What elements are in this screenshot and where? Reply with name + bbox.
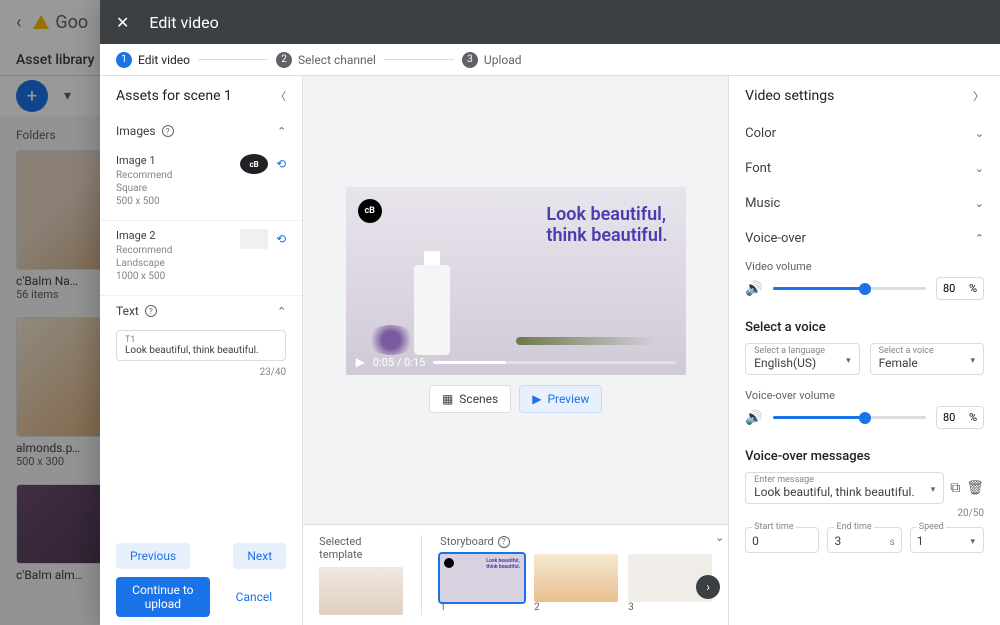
storyboard-strip: Selected template Storyboard ? Look beau…	[303, 524, 728, 625]
voice-select[interactable]: Select a voice Female ▾	[870, 343, 984, 375]
help-icon[interactable]: ?	[145, 305, 157, 317]
chevron-up-icon[interactable]: ⌃	[277, 305, 286, 318]
modal-header: ✕ Edit video	[100, 0, 1000, 44]
selected-template-label: Selected template	[319, 535, 403, 561]
chevron-down-icon: ⌄	[975, 162, 984, 175]
assets-panel-title: Assets for scene 1	[116, 88, 232, 104]
storyboard-next-icon[interactable]: ›	[696, 575, 720, 599]
speed-select[interactable]: Speed 1 ▾	[910, 527, 984, 553]
voiceover-volume-input[interactable]: 80%	[936, 406, 984, 429]
step-edit-video[interactable]: 1 Edit video	[116, 52, 190, 68]
copy-icon[interactable]: ⧉	[950, 480, 960, 496]
image-preview-2[interactable]	[240, 229, 268, 249]
product-name: Goo	[55, 12, 88, 33]
swap-icon[interactable]: ⟲	[276, 157, 286, 171]
back-icon: ‹	[16, 12, 21, 33]
help-icon[interactable]: ?	[498, 536, 510, 548]
preview-button[interactable]: ▶ Preview	[519, 385, 602, 413]
help-icon[interactable]: ?	[162, 125, 174, 137]
video-settings-title: Video settings	[745, 88, 834, 104]
edit-video-modal: ✕ Edit video 1 Edit video 2 Select chann…	[100, 0, 1000, 625]
decorative-flower	[366, 325, 416, 355]
scene-thumb-2[interactable]	[534, 554, 618, 602]
message-char-count: 20/50	[729, 508, 1000, 523]
previous-button[interactable]: Previous	[116, 543, 190, 569]
preview-panel: cB Look beautiful, think beautiful. ▶ 0:…	[303, 76, 728, 625]
select-voice-header: Select a voice	[729, 312, 1000, 339]
chevron-up-icon: ⌃	[975, 232, 984, 245]
video-settings-panel: Video settings 〉 Color⌄ Font⌄ Music⌄ Voi…	[728, 76, 1000, 625]
language-select[interactable]: Select a language English(US) ▾	[745, 343, 859, 375]
music-section[interactable]: Music⌄	[729, 186, 1000, 221]
collapse-icon[interactable]: 〈	[275, 88, 286, 104]
chevron-right-icon[interactable]: 〉	[973, 88, 984, 104]
product-bottle	[414, 265, 450, 355]
brand-badge: cB	[358, 199, 382, 223]
image-slot-2: Image 2 Recommend Landscape 1000 x 500 ⟲	[100, 221, 302, 296]
delete-icon[interactable]: 🗑	[966, 480, 984, 496]
step-select-channel[interactable]: 2 Select channel	[276, 52, 376, 68]
storyboard-label: Storyboard	[440, 535, 494, 548]
scenes-icon: ▦	[442, 392, 453, 406]
voiceover-volume-slider[interactable]	[773, 416, 926, 419]
chevron-down-icon[interactable]: ⌄	[715, 531, 724, 544]
char-count: 23/40	[100, 365, 302, 386]
swap-icon[interactable]: ⟲	[276, 232, 286, 246]
step-connector	[384, 59, 454, 60]
font-section[interactable]: Font⌄	[729, 151, 1000, 186]
scene-thumb-1[interactable]: Look beautiful,think beautiful.	[440, 554, 524, 602]
step-upload[interactable]: 3 Upload	[462, 52, 522, 68]
filter-icon: ▾	[64, 88, 71, 104]
step-connector	[198, 59, 268, 60]
assets-panel: Assets for scene 1 〈 Images ? ⌃ Image 1 …	[100, 76, 303, 625]
volume-icon[interactable]: 🔊	[745, 281, 762, 297]
message-input[interactable]: Enter message Look beautiful, think beau…	[745, 472, 944, 504]
text-t1-input[interactable]: T1 Look beautiful, think beautiful.	[116, 330, 286, 361]
video-progress[interactable]	[433, 361, 675, 364]
image-preview-1[interactable]: cB	[240, 154, 268, 174]
dropdown-icon: ▾	[970, 356, 975, 366]
color-section[interactable]: Color⌄	[729, 116, 1000, 151]
modal-title: Edit video	[149, 13, 218, 32]
chevron-down-icon: ⌄	[975, 127, 984, 140]
image-slot-1: Image 1 Recommend Square 500 x 500 cB ⟲	[100, 146, 302, 221]
end-time-input[interactable]: End time 3 s	[827, 527, 901, 553]
voiceover-section[interactable]: Voice-over⌃	[729, 221, 1000, 256]
voiceover-messages-header: Voice-over messages	[729, 441, 1000, 468]
video-headline: Look beautiful, think beautiful.	[546, 205, 667, 246]
video-time: 0:05 / 0:15	[373, 356, 425, 369]
start-time-input[interactable]: Start time 0	[745, 527, 819, 553]
close-icon[interactable]: ✕	[116, 13, 129, 32]
dropdown-icon: ▾	[970, 537, 975, 547]
next-button[interactable]: Next	[233, 543, 286, 569]
play-icon[interactable]: ▶	[356, 355, 365, 369]
template-thumb[interactable]	[319, 567, 403, 615]
play-icon: ▶	[532, 392, 541, 406]
add-button: +	[16, 80, 48, 112]
images-section-label: Images	[116, 124, 156, 138]
continue-upload-button[interactable]: Continue to upload	[116, 577, 210, 617]
video-volume-slider[interactable]	[773, 287, 926, 290]
stepper: 1 Edit video 2 Select channel 3 Upload	[100, 44, 1000, 76]
video-volume-label: Video volume	[745, 260, 984, 273]
text-section-label: Text	[116, 304, 139, 318]
video-preview[interactable]: cB Look beautiful, think beautiful. ▶ 0:…	[346, 187, 686, 375]
scenes-button[interactable]: ▦ Scenes	[429, 385, 511, 413]
volume-icon[interactable]: 🔊	[745, 410, 762, 426]
video-volume-input[interactable]: 80%	[936, 277, 984, 300]
voiceover-volume-label: Voice-over volume	[745, 389, 984, 402]
chevron-up-icon[interactable]: ⌃	[277, 125, 286, 138]
dropdown-icon: ▾	[931, 485, 936, 495]
ads-logo-icon	[33, 15, 49, 29]
cancel-button[interactable]: Cancel	[222, 584, 287, 610]
dropdown-icon: ▾	[846, 356, 851, 366]
decorative-stem	[516, 337, 656, 345]
chevron-down-icon: ⌄	[975, 197, 984, 210]
